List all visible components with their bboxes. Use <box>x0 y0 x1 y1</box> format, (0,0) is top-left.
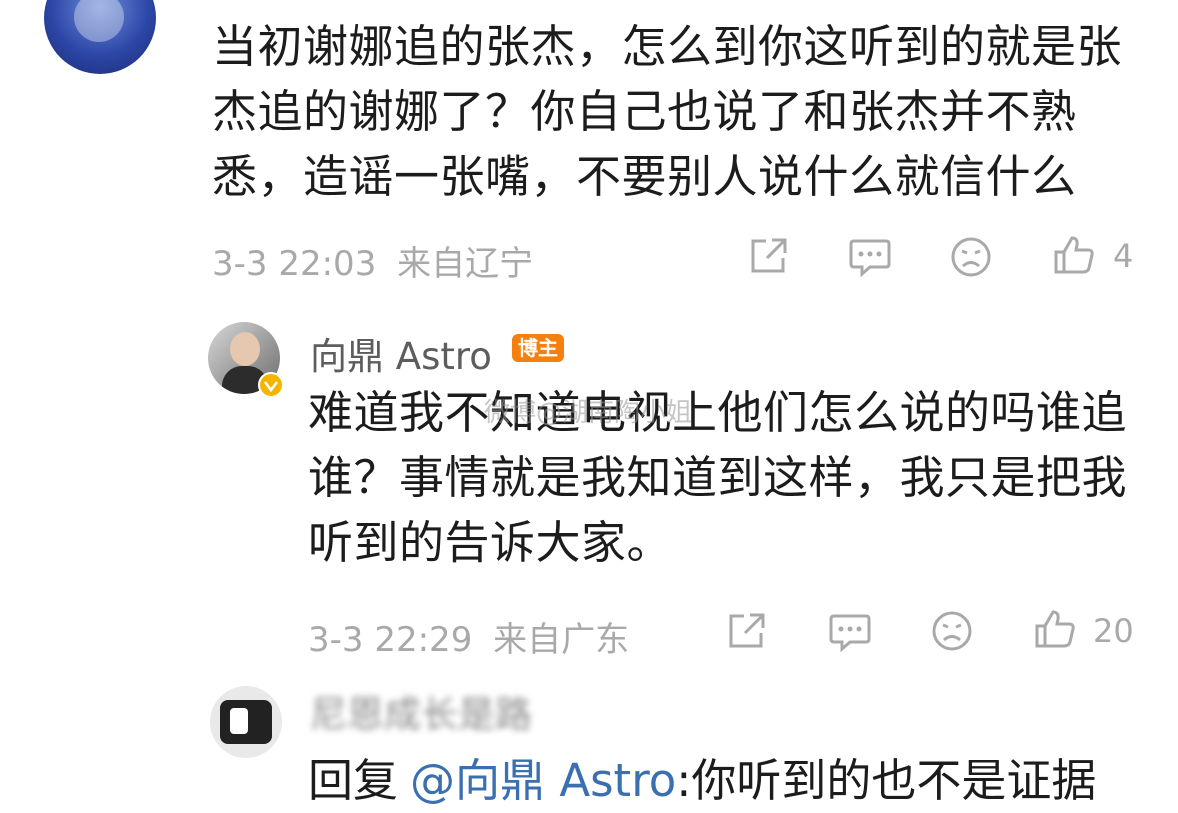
reply-text: 难道我不知道电视上他们怎么说的吗谁追谁？事情就是我知道到这样，我只是把我听到的告… <box>308 386 1128 569</box>
commenter-avatar[interactable] <box>44 0 156 74</box>
like-count: 4 <box>1113 237 1134 275</box>
reply-text: 回复 @向鼎 Astro:你听到的也不是证据 <box>308 748 1096 813</box>
comment-location: 来自辽宁 <box>397 244 534 284</box>
watermark: 微博@湖南陶小姐 <box>484 398 693 428</box>
reply-author-name[interactable]: 向鼎 Astro <box>310 326 492 380</box>
comment-meta: 3-3 22:03 来自辽宁 <box>212 236 533 285</box>
reply-body: :你听到的也不是证据 <box>676 754 1097 807</box>
reply-time: 3-3 22:29 <box>308 620 473 660</box>
comment-text: 当初谢娜追的张杰，怎么到你这听到的就是张杰追的谢娜了？你自己也说了和张杰并不熟悉… <box>212 20 1123 203</box>
blogger-badge: 博主 <box>512 334 564 362</box>
verified-badge-icon <box>258 372 284 398</box>
sad-face-icon[interactable] <box>931 610 973 652</box>
share-icon[interactable] <box>748 236 790 276</box>
reply-prefix: 回复 <box>308 754 399 807</box>
mention-link[interactable]: @向鼎 Astro <box>410 754 676 807</box>
thumbs-up-icon[interactable] <box>1052 234 1096 276</box>
comment-icon[interactable] <box>828 612 872 652</box>
reply-author-name[interactable]: 尼恩成长是路 <box>310 684 532 738</box>
reply-location: 来自广东 <box>493 620 630 660</box>
reply-meta: 3-3 22:29 来自广东 <box>308 612 629 661</box>
comment-time: 3-3 22:03 <box>212 244 377 284</box>
sad-face-icon[interactable] <box>950 236 992 278</box>
like-count: 20 <box>1093 612 1134 650</box>
share-icon[interactable] <box>726 611 768 651</box>
thumbs-up-icon[interactable] <box>1033 608 1077 650</box>
comment-icon[interactable] <box>848 237 892 277</box>
reply-author-avatar[interactable] <box>210 686 282 758</box>
